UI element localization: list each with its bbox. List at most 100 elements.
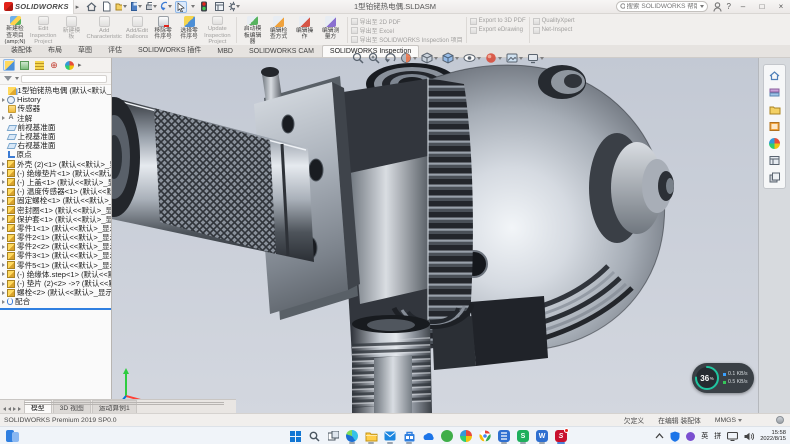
hide-show-items-icon[interactable] [463,52,481,64]
rebuild-icon[interactable] [198,1,210,13]
new-inspection-project-button[interactable]: 新建检 查项目 (amp;N) [2,15,28,45]
tree-item-component[interactable]: 保护套<1> (默认<<默认>_显示状态 [0,215,111,224]
search-scope-caret[interactable] [700,5,704,8]
panel-overflow-icon[interactable]: ▸ [78,61,82,69]
document-manager-icon[interactable] [768,171,781,184]
configurationmanager-tab-icon[interactable] [33,59,45,71]
resources-home-icon[interactable] [768,69,781,82]
tree-item-component[interactable]: (-) 垫片 (2)<2> ->? (默认<<默认> [0,279,111,288]
tree-item-origin[interactable]: 原点 [0,150,111,159]
view-settings-icon[interactable] [527,52,544,64]
restore-button[interactable]: □ [755,1,769,12]
green-app-icon[interactable] [440,429,454,443]
panel-resize-grip[interactable] [24,402,224,405]
tree-item-component[interactable]: (-) 绝缘垫片<1> (默认<<默认>_显示 [0,169,111,178]
minimize-button[interactable]: – [736,1,750,12]
edit-inspection-method-button[interactable]: 编辑检 查方式 [266,15,292,45]
performance-overlay-widget[interactable]: 36% 0.1 KB/s 0.5 KB/s [692,363,754,393]
tree-item-component[interactable]: 零件2<2> (默认<<默认>_显示状态 [0,242,111,251]
file-explorer-taskbar-icon[interactable] [364,429,378,443]
tree-item-front-plane[interactable]: 前视基准面 [0,123,111,132]
displaymanager-tab-icon[interactable] [63,59,75,71]
search-input[interactable] [627,3,697,10]
previous-view-icon[interactable] [384,52,396,64]
open-icon[interactable] [115,1,127,13]
notebook-app-icon[interactable] [497,429,511,443]
print-icon[interactable] [145,1,157,13]
menu-expand-icon[interactable]: ▸ [76,3,80,11]
edit-appearance-icon[interactable] [485,52,502,64]
display-style-icon[interactable] [442,52,459,64]
tab-evaluate[interactable]: 评估 [100,42,130,57]
taskbar-search-icon[interactable] [307,429,321,443]
select-tool-caret[interactable] [191,5,195,8]
security-shield-icon[interactable] [670,431,680,442]
taskbar-clock[interactable]: 15:58 2022/8/15 [760,430,786,443]
search-box[interactable] [616,1,708,12]
sheet-nav-first-icon[interactable] [3,407,6,411]
ime-mode-indicator[interactable]: 拼 [714,431,721,441]
tree-item-component[interactable]: 密封圈<1> (默认<<默认>_显示状态 [0,205,111,214]
home-icon[interactable] [85,1,97,13]
model-canvas[interactable] [112,58,758,413]
tree-item-history[interactable]: History [0,95,111,104]
view-palette-icon[interactable] [768,120,781,133]
edit-measurement-button[interactable]: 编辑测 量方 [318,15,344,45]
tree-item-component[interactable]: 外壳 (2)<1> (默认<<默认>_显示状态 [0,160,111,169]
save-icon[interactable] [130,1,142,13]
view-orientation-icon[interactable] [421,52,438,64]
apply-scene-icon[interactable] [506,52,523,64]
sheet-nav-prev-icon[interactable] [8,407,11,411]
solidworks-taskbar-icon[interactable]: S [554,429,568,443]
tree-item-annotations[interactable]: A注解 [0,114,111,123]
zoom-to-area-icon[interactable] [368,52,380,64]
tree-item-component[interactable]: 零件5<1> (默认<<默认>_显示状态 [0,261,111,270]
sheet-nav-next-icon[interactable] [13,407,16,411]
s-app-icon[interactable]: S [516,429,530,443]
photos-icon[interactable] [459,429,473,443]
tree-item-component[interactable]: 零件1<1> (默认<<默认>_显示状态- [0,224,111,233]
featuremanager-tab-icon[interactable] [3,59,15,71]
tab-assembly[interactable]: 装配体 [3,42,40,57]
section-view-icon[interactable] [400,52,417,64]
zoom-to-fit-icon[interactable] [352,52,364,64]
graphics-area[interactable] [112,58,758,413]
filter-input[interactable] [21,75,107,83]
tree-item-component[interactable]: (-) 上盖<1> (默认<<默认>_显示状态 [0,178,111,187]
appearances-icon[interactable] [768,137,781,150]
tree-item-component[interactable]: 固定螺栓<1> (默认<<默认>_显示状 [0,196,111,205]
w-app-icon[interactable]: W [535,429,549,443]
tray-app-icon[interactable] [686,432,695,441]
file-explorer-icon[interactable] [768,103,781,116]
filter-caret[interactable] [15,77,19,80]
status-units[interactable]: MMGS [715,417,742,424]
login-icon[interactable] [713,2,722,12]
file-properties-icon[interactable] [213,1,225,13]
design-library-icon[interactable] [768,86,781,99]
custom-properties-icon[interactable] [768,154,781,167]
store-icon[interactable] [402,429,416,443]
tree-item-top-plane[interactable]: 上视基准面 [0,132,111,141]
ime-language-indicator[interactable]: 英 [701,431,708,441]
remove-balloons-button[interactable]: 移除零 件序号 [150,15,176,45]
tree-item-right-plane[interactable]: 右视基准面 [0,141,111,150]
dimxpertmanager-tab-icon[interactable]: ⊕ [48,59,60,71]
widgets-icon[interactable] [6,430,19,444]
mail-icon[interactable] [383,429,397,443]
volume-icon[interactable] [744,432,754,441]
onedrive-icon[interactable] [421,429,435,443]
sheet-nav-last-icon[interactable] [18,407,21,411]
task-view-icon[interactable] [326,429,340,443]
tab-addins[interactable]: SOLIDWORKS 插件 [130,42,209,57]
tree-item-sensors[interactable]: 传感器 [0,104,111,113]
tree-item-component[interactable]: (-) 温度传感器<1> (默认<<默认>_显 [0,187,111,196]
edit-operation-button[interactable]: 编辑操 作 [292,15,318,45]
tree-item-component[interactable]: 零件3<1> (默认<<默认>_显示状态 [0,251,111,260]
select-balloons-button[interactable]: 选择零 件序号 [176,15,202,45]
tree-item-component[interactable]: 螺栓<2> (默认<<默认>_显示状态 [0,288,111,297]
tray-expand-icon[interactable] [655,433,664,439]
tree-item-component[interactable]: 零件2<1> (默认<<默认>_显示状态 [0,233,111,242]
edge-icon[interactable] [345,429,359,443]
help-icon[interactable]: ? [727,2,731,11]
tab-layout[interactable]: 布局 [40,42,70,57]
